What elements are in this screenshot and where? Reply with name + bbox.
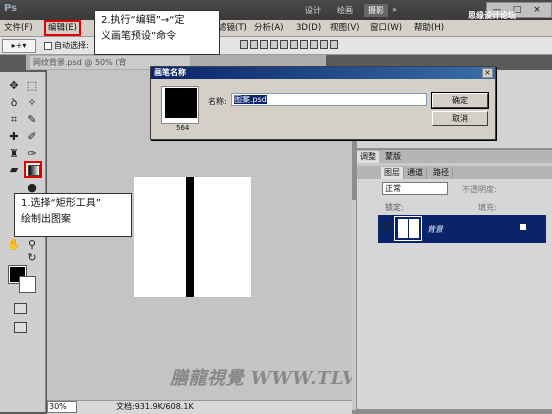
tab-paths[interactable]: 路径 [430,167,453,179]
quick-mask-icon[interactable] [14,303,27,314]
crop-tool-icon[interactable]: ⌗ [6,112,22,127]
dialog-close-button[interactable]: × [482,68,493,78]
gradient-tool-icon[interactable] [24,161,42,178]
document-size-info: 文档:931.9K/608.1K [116,402,194,411]
black-rectangle-shape [186,177,194,297]
menu-edit[interactable]: 编辑(E) [44,20,82,36]
lock-label: 锁定: [385,203,404,212]
tab-layers[interactable]: 图层 [381,167,404,179]
callout-text: 1.选择“矩形工具” [21,198,101,209]
fill-label: 填充: [478,203,497,212]
eye-visibility-icon[interactable]: 👁 [380,222,393,233]
menu-window[interactable]: 窗口(W) [370,22,402,35]
hand-tool-icon[interactable]: ✋ [6,237,22,252]
name-label: 名称: [208,97,227,106]
workspace-tab-paint[interactable]: 绘画 [332,4,358,17]
ok-button[interactable]: 确定 [431,92,489,109]
blend-mode-select[interactable]: 正常 [382,182,448,195]
brush-size-label: 564 [176,124,190,132]
lock-icon [520,224,526,230]
auto-select-checkbox[interactable] [44,41,52,50]
callout-text: 义画笔预设”命令 [101,31,177,42]
callout-text: 绘制出图案 [21,214,71,225]
menu-filter[interactable]: 滤镜(T) [218,22,247,35]
lasso-tool-icon[interactable]: ꝺ [6,95,22,110]
menu-3d[interactable]: 3D(D) [296,22,321,35]
clone-stamp-tool-icon[interactable]: ♜ [6,146,22,161]
menu-help[interactable]: 帮助(H) [414,22,444,35]
dialog-title: 画笔名称 [151,67,495,79]
brush-tool-icon[interactable]: ✐ [24,129,40,144]
workspace-tab-photography[interactable]: 摄影 [364,4,388,17]
menu-view[interactable]: 视图(V) [330,22,359,35]
background-color-swatch[interactable] [19,276,36,293]
layers-panel [357,179,552,409]
menu-analysis[interactable]: 分析(A) [254,22,283,35]
zoom-level-field[interactable]: 30% [47,401,77,413]
tool-preset-picker[interactable]: ▸+▾ [2,39,36,53]
brush-preview-shape [165,88,197,118]
photoshop-logo: Ps [4,3,18,14]
screen-mode-icon[interactable] [14,322,27,333]
layer-thumbnail [394,216,422,241]
tab-masks[interactable]: 蒙版 [382,151,404,163]
eraser-tool-icon[interactable]: ▰ [6,162,22,177]
step-1-callout: 1.选择“矩形工具” 绘制出图案 [14,193,132,237]
history-brush-tool-icon[interactable]: ✑ [24,146,40,161]
align-icons[interactable] [240,40,360,51]
opacity-label: 不透明度: [462,185,497,194]
marquee-tool-icon[interactable]: ⬚ [24,78,40,93]
eyedropper-tool-icon[interactable]: ✎ [24,112,40,127]
magic-wand-tool-icon[interactable]: ✧ [24,95,40,110]
cancel-button[interactable]: 取消 [432,111,488,126]
rotate-view-tool-icon[interactable]: ↻ [24,250,40,265]
menu-file[interactable]: 文件(F) [4,22,33,35]
tab-adjustments[interactable]: 调整 [357,151,379,163]
workspace-more-icon[interactable]: » [392,5,397,14]
layer-name[interactable]: 背景 [427,224,443,235]
callout-text: 2.执行“编辑”→“定 [101,15,185,26]
layers-side-strip [352,200,356,410]
workspace-tab-design[interactable]: 设计 [300,4,326,17]
brush-name-input[interactable]: 图案.psd [231,93,427,106]
move-tool-icon[interactable]: ✥ [6,78,22,93]
tab-channels[interactable]: 通道 [404,167,427,179]
auto-select-option[interactable]: 自动选择: [44,40,89,51]
step-2-callout: 2.执行“编辑”→“定 义画笔预设”命令 [94,10,220,55]
healing-brush-tool-icon[interactable]: ✚ [6,129,22,144]
status-bar [47,400,352,414]
